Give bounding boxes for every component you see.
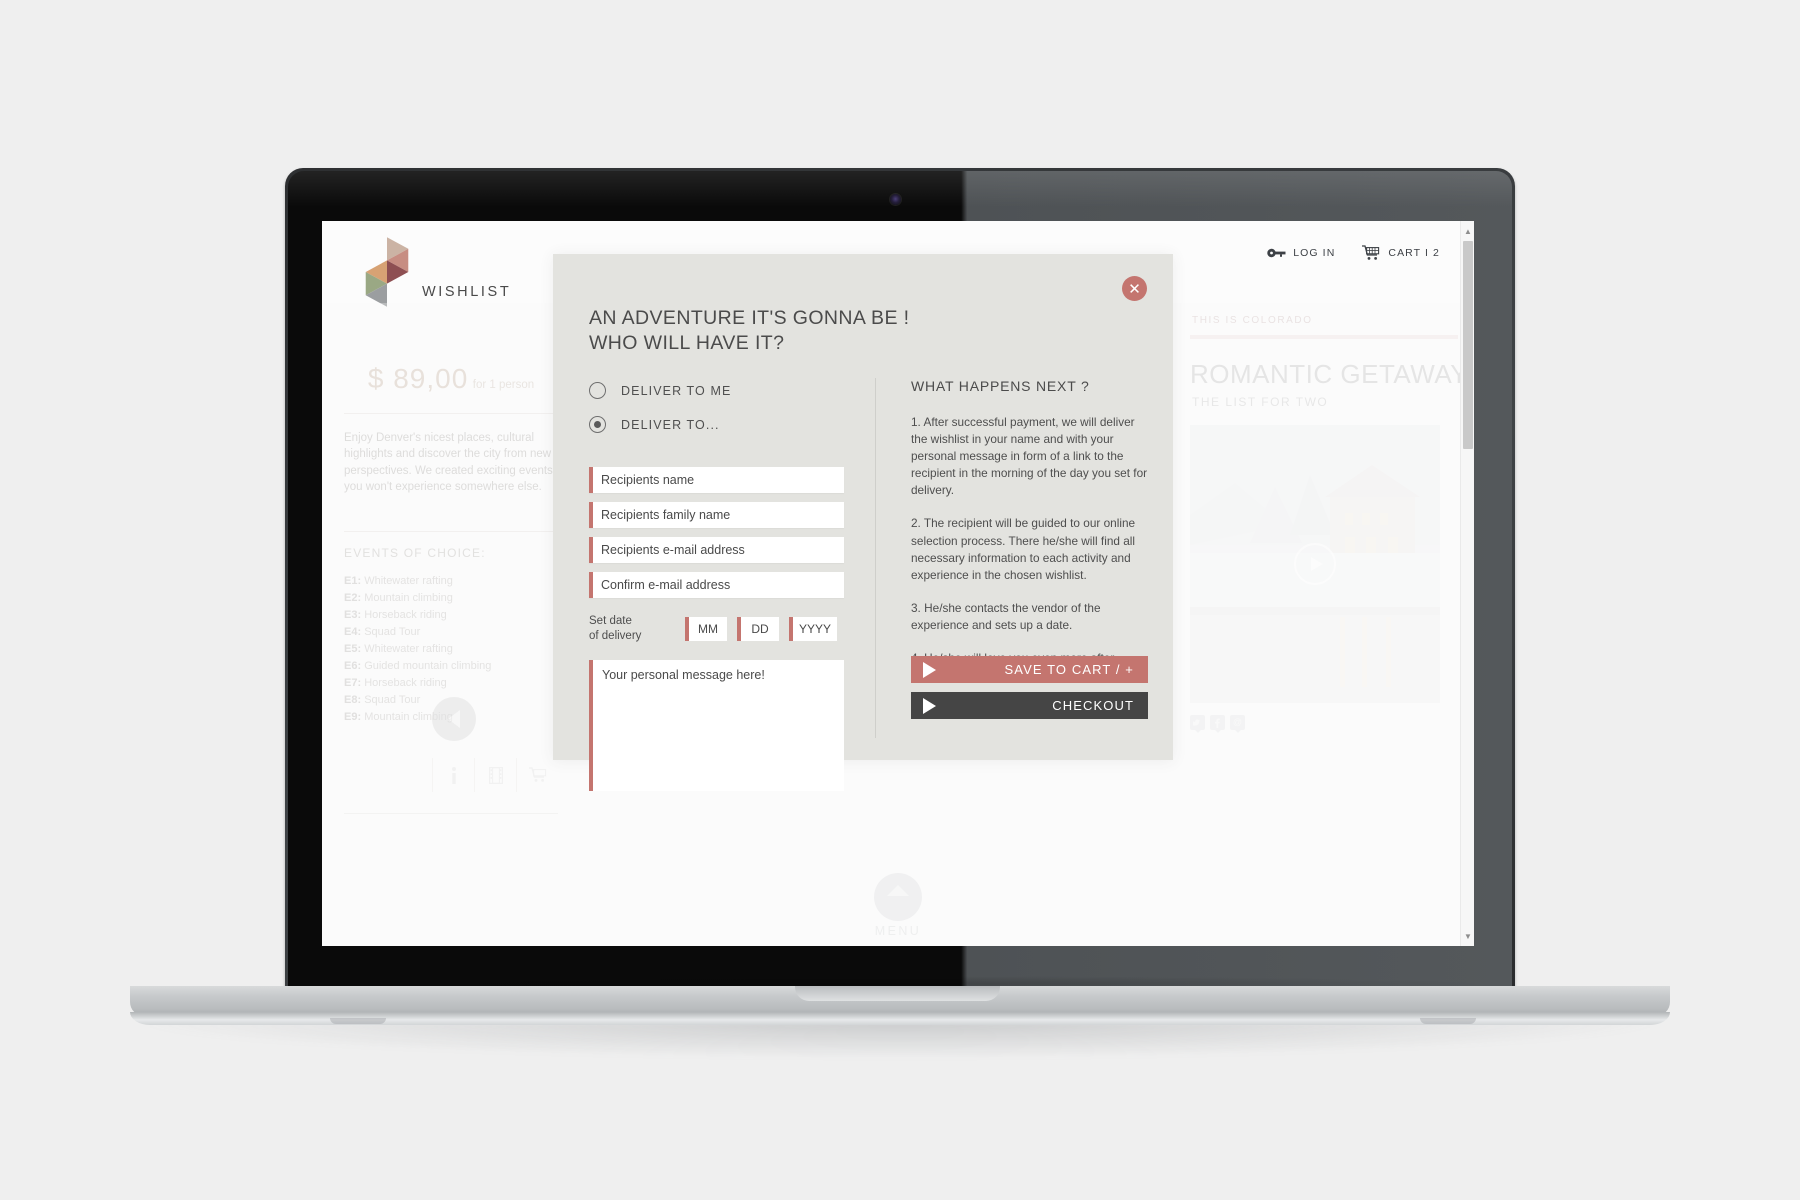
scroll-up-icon[interactable]: ▲ xyxy=(1461,223,1474,239)
laptop-mockup: WISHLIST LOG IN CART I 2 $ 89,00 for 1 p… xyxy=(0,0,1800,1200)
page-scrollbar[interactable]: ▲ ▼ xyxy=(1460,221,1474,946)
list-item: E1: Whitewater rafting xyxy=(344,575,453,587)
list-item: E2: Mountain climbing xyxy=(344,592,453,605)
chevron-up-icon xyxy=(874,873,922,921)
input-placeholder: Confirm e-mail address xyxy=(601,578,731,592)
play-triangle-icon xyxy=(923,661,936,678)
radio-icon-selected xyxy=(589,416,606,433)
facebook-icon[interactable] xyxy=(1210,715,1225,733)
laptop-shadow xyxy=(150,1022,1650,1058)
preview-kicker: THIS IS COLORADO xyxy=(1192,315,1313,326)
product-description: Enjoy Denver's nicest places, cultural h… xyxy=(344,432,553,493)
recipient-name-input[interactable]: Recipients name xyxy=(589,467,844,493)
radio-label: DELIVER TO... xyxy=(621,417,720,432)
input-placeholder: Recipients name xyxy=(601,473,695,487)
preview-title: ROMANTIC GETAWAY xyxy=(1190,359,1469,389)
cart-icon xyxy=(1361,245,1381,261)
menu-label: MENU xyxy=(874,924,922,938)
cart-button[interactable]: CART I 2 xyxy=(1361,245,1440,261)
accent-bar xyxy=(1190,335,1458,339)
delivery-modal: ✕ AN ADVENTURE IT'S GONNA BE ! WHO WILL … xyxy=(553,254,1173,792)
list-item: E3: Horseback riding xyxy=(344,609,447,622)
preview-image[interactable] xyxy=(1190,425,1440,703)
prev-arrow-button[interactable] xyxy=(432,697,476,741)
play-icon[interactable] xyxy=(1294,543,1336,585)
date-label-line1: Set date xyxy=(589,615,632,627)
divider xyxy=(344,531,558,532)
personal-message-textarea[interactable]: Your personal message here! xyxy=(589,660,844,792)
next-step: 3. He/she contacts the vendor of the exp… xyxy=(911,600,1101,632)
delivery-form: DELIVER TO ME DELIVER TO... Recipients n… xyxy=(589,382,844,792)
play-triangle-icon xyxy=(923,697,936,714)
webcam-icon xyxy=(890,194,901,205)
modal-title: AN ADVENTURE IT'S GONNA BE ! WHO WILL HA… xyxy=(589,306,910,356)
price-value: $ 89,00 xyxy=(367,363,469,394)
checkout-label: CHECKOUT xyxy=(1052,698,1134,713)
checkout-button[interactable]: CHECKOUT xyxy=(911,692,1148,719)
date-day-input[interactable]: DD xyxy=(737,616,779,641)
list-item: E7: Horseback riding xyxy=(344,677,447,690)
menu-tab[interactable]: MENU xyxy=(848,873,948,938)
social-links: @ xyxy=(1190,715,1245,733)
next-step: 1. After successful payment, we will del… xyxy=(911,415,1148,498)
preview-subtitle: THE LIST FOR TWO xyxy=(1192,395,1329,409)
header-actions: LOG IN CART I 2 xyxy=(1267,245,1440,261)
next-heading: WHAT HAPPENS NEXT ? xyxy=(911,378,1090,394)
browser-viewport: WISHLIST LOG IN CART I 2 $ 89,00 for 1 p… xyxy=(322,221,1474,946)
scroll-down-icon[interactable]: ▼ xyxy=(1461,928,1474,944)
close-icon[interactable]: ✕ xyxy=(1122,276,1147,301)
date-month-input[interactable]: MM xyxy=(685,616,727,641)
cart-label: CART I 2 xyxy=(1388,247,1440,259)
laptop-notch xyxy=(795,986,1000,1001)
date-year-input[interactable]: YYYY xyxy=(789,616,837,641)
delivery-date-row: Set date of delivery MM DD YYYY xyxy=(589,614,844,643)
save-to-cart-label: SAVE TO CART / + xyxy=(1004,662,1134,677)
input-placeholder: Recipients e-mail address xyxy=(601,543,745,557)
login-button[interactable]: LOG IN xyxy=(1267,247,1335,259)
list-item: E6: Guided mountain climbing xyxy=(344,660,492,673)
laptop-foot-left xyxy=(330,1018,386,1024)
input-placeholder: Recipients family name xyxy=(601,508,731,522)
next-step: 2. The recipient will be guided to our o… xyxy=(911,516,1136,582)
confirm-email-input[interactable]: Confirm e-mail address xyxy=(589,572,844,598)
recipient-family-name-input[interactable]: Recipients family name xyxy=(589,502,844,528)
modal-divider xyxy=(875,378,876,738)
wishlist-preview-panel: THIS IS COLORADO ROMANTIC GETAWAY THE LI… xyxy=(1190,303,1468,946)
list-item: E4: Squad Tour xyxy=(344,626,421,639)
events-title: EVENTS OF CHOICE: xyxy=(344,546,486,560)
date-label-line2: of delivery xyxy=(589,629,642,642)
divider xyxy=(344,413,558,414)
save-to-cart-button[interactable]: SAVE TO CART / + xyxy=(911,656,1148,683)
modal-title-line1: AN ADVENTURE IT'S GONNA BE ! xyxy=(589,307,910,329)
modal-title-line2: WHO WILL HAVE IT? xyxy=(589,331,785,354)
prev-arrow-icon xyxy=(448,710,460,728)
product-detail-panel: $ 89,00 for 1 person Enjoy Denver's nice… xyxy=(322,303,580,946)
radio-deliver-to-me[interactable]: DELIVER TO ME xyxy=(589,382,844,399)
scrollbar-thumb[interactable] xyxy=(1463,241,1473,449)
price-note: for 1 person xyxy=(472,379,535,391)
price-block: $ 89,00 for 1 person xyxy=(322,363,580,395)
twitter-icon[interactable] xyxy=(1190,715,1205,733)
wishlist-logo-icon xyxy=(365,237,409,307)
film-icon[interactable] xyxy=(474,758,516,792)
product-tools xyxy=(344,758,558,792)
key-icon xyxy=(1267,248,1286,258)
cart-icon[interactable] xyxy=(516,758,558,792)
list-item: E5: Whitewater rafting xyxy=(344,643,453,656)
site-logo[interactable]: WISHLIST xyxy=(358,235,511,309)
date-label: Set date of delivery xyxy=(589,614,675,643)
laptop-foot-right xyxy=(1420,1018,1476,1024)
radio-label: DELIVER TO ME xyxy=(621,383,732,398)
website-page: WISHLIST LOG IN CART I 2 $ 89,00 for 1 p… xyxy=(322,221,1474,946)
info-icon[interactable] xyxy=(432,758,474,792)
modal-actions: SAVE TO CART / + CHECKOUT xyxy=(911,647,1148,719)
recipient-email-input[interactable]: Recipients e-mail address xyxy=(589,537,844,563)
radio-deliver-to-other[interactable]: DELIVER TO... xyxy=(589,416,844,433)
divider xyxy=(344,813,558,814)
radio-icon xyxy=(589,382,606,399)
login-label: LOG IN xyxy=(1293,247,1336,259)
email-icon[interactable]: @ xyxy=(1230,715,1245,733)
